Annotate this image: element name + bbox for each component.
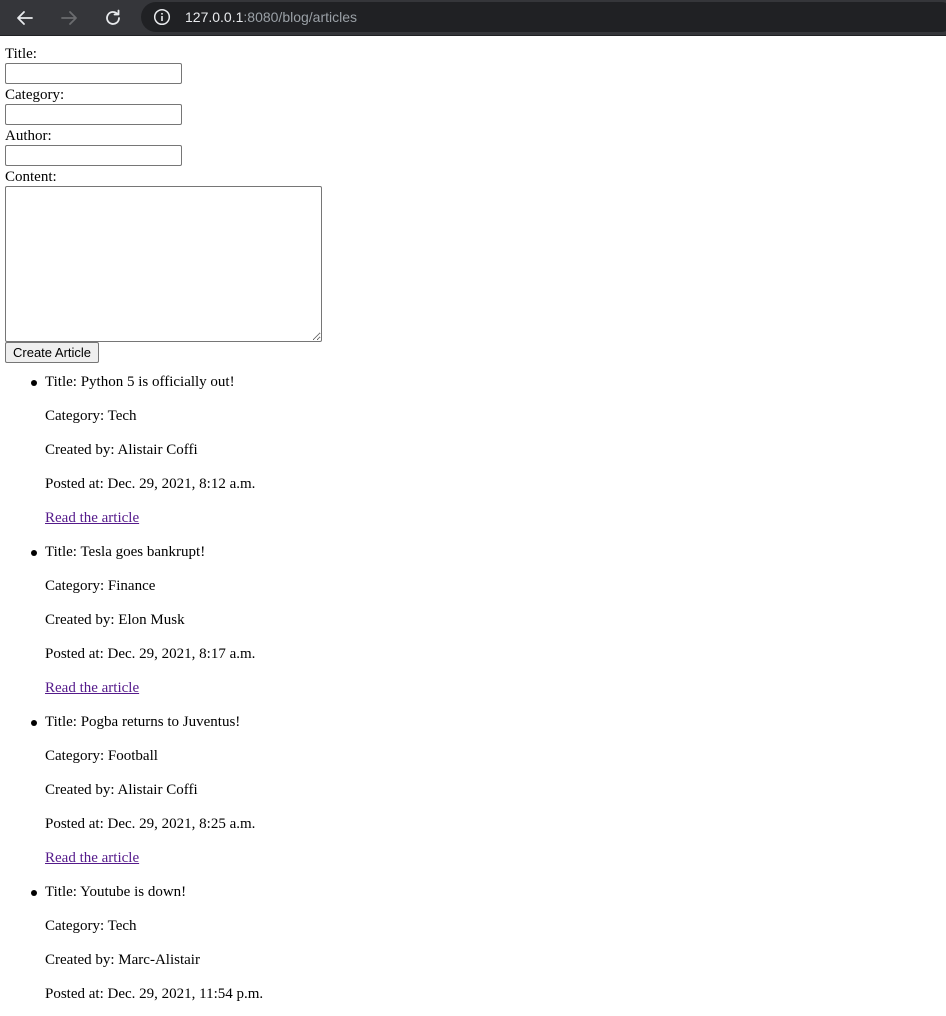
- article-author: Created by: Marc-Alistair: [45, 952, 200, 968]
- article-title: Title: Youtube is down!: [45, 884, 187, 900]
- article-list: Title: Python 5 is officially out! Categ…: [0, 370, 263, 1016]
- article-posted-at: Posted at: Dec. 29, 2021, 11:54 p.m.: [45, 986, 264, 1002]
- forward-arrow-icon: [61, 11, 77, 25]
- article-title: Title: Tesla goes bankrupt!: [45, 544, 206, 560]
- back-button[interactable]: [10, 3, 40, 33]
- article-posted-at: Posted at: Dec. 29, 2021, 8:12 a.m.: [45, 476, 256, 492]
- bullet-icon: [31, 720, 37, 726]
- content-textarea[interactable]: [5, 186, 322, 342]
- article-posted-at: Posted at: Dec. 29, 2021, 8:25 a.m.: [45, 816, 256, 832]
- info-icon[interactable]: [153, 8, 171, 26]
- url-host: 127.0.0.1: [185, 9, 244, 25]
- article-item: Title: Python 5 is officially out! Categ…: [0, 370, 263, 540]
- url-text: 127.0.0.1:8080/blog/articles: [185, 9, 357, 25]
- create-article-button[interactable]: Create Article: [5, 342, 100, 363]
- back-arrow-icon: [17, 11, 33, 25]
- author-input[interactable]: [5, 145, 182, 166]
- article-author: Created by: Alistair Coffi: [45, 442, 198, 458]
- bullet-icon: [31, 550, 37, 556]
- bullet-icon: [31, 890, 37, 896]
- article-author: Created by: Elon Musk: [45, 612, 185, 628]
- title-label: Title:: [5, 46, 37, 62]
- article-category: Category: Tech: [45, 918, 137, 934]
- reload-icon: [106, 9, 120, 25]
- article-category: Category: Finance: [45, 578, 156, 594]
- article-category: Category: Football: [45, 748, 158, 764]
- article-item: Title: Pogba returns to Juventus! Catego…: [0, 710, 263, 880]
- author-label: Author:: [5, 128, 52, 144]
- reload-button[interactable]: [98, 3, 128, 33]
- bullet-icon: [31, 380, 37, 386]
- article-posted-at: Posted at: Dec. 29, 2021, 8:17 a.m.: [45, 646, 256, 662]
- content-label: Content:: [5, 169, 57, 185]
- read-article-link[interactable]: Read the article: [45, 680, 139, 696]
- browser-toolbar: 127.0.0.1:8080/blog/articles: [0, 0, 946, 36]
- article-category: Category: Tech: [45, 408, 137, 424]
- read-article-link[interactable]: Read the article: [45, 510, 139, 526]
- title-input[interactable]: [5, 63, 182, 84]
- url-path: :8080/blog/articles: [243, 9, 358, 25]
- forward-button[interactable]: [54, 3, 84, 33]
- category-input[interactable]: [5, 104, 182, 125]
- article-author: Created by: Alistair Coffi: [45, 782, 198, 798]
- address-bar[interactable]: 127.0.0.1:8080/blog/articles: [141, 2, 946, 32]
- create-article-form: Title: Category: Author: Content: Create…: [5, 45, 322, 363]
- category-label: Category:: [5, 87, 65, 103]
- article-item: Title: Youtube is down! Category: Tech C…: [0, 880, 263, 1016]
- read-article-link[interactable]: Read the article: [45, 850, 139, 866]
- article-title: Title: Pogba returns to Juventus!: [45, 714, 241, 730]
- article-item: Title: Tesla goes bankrupt! Category: Fi…: [0, 540, 263, 710]
- article-title: Title: Python 5 is officially out!: [45, 374, 235, 390]
